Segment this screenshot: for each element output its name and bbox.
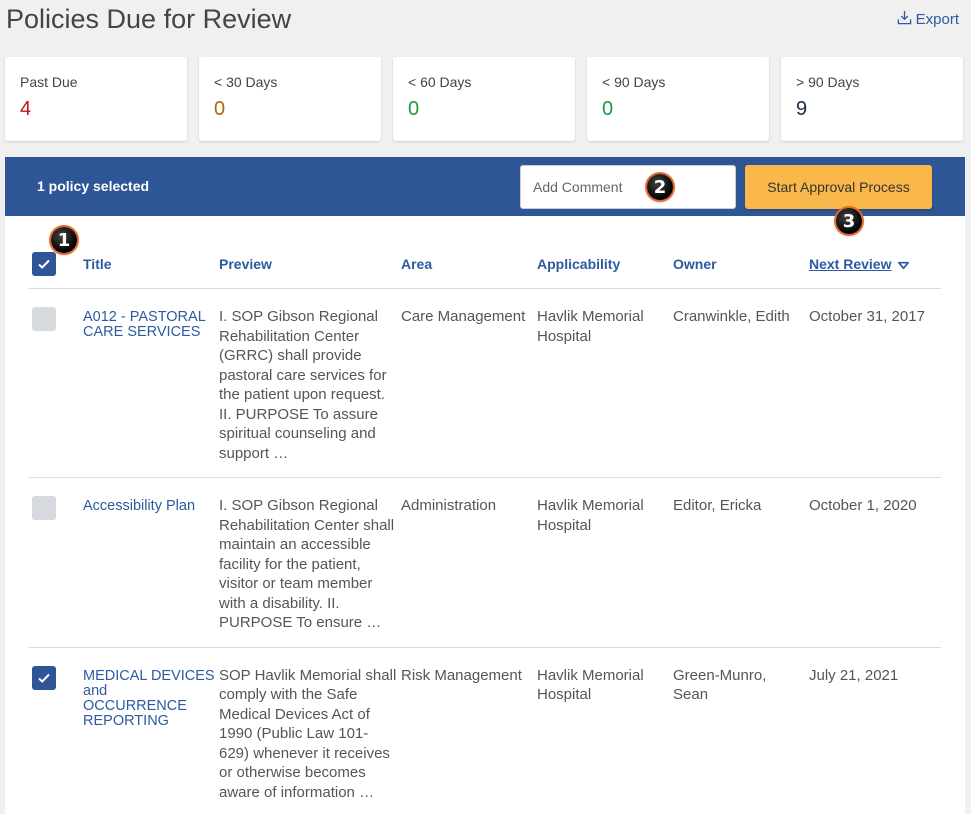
stat-value: 0 [408,98,420,120]
policy-owner: Green-Munro, Sean [673,647,809,814]
policy-area: Risk Management [401,647,537,814]
export-icon [897,10,912,29]
column-header-owner[interactable]: Owner [673,240,809,289]
stat-label: < 30 Days [214,74,278,90]
column-header-applicability[interactable]: Applicability [537,240,673,289]
column-header-next-review[interactable]: Next Review [809,240,941,289]
start-approval-button[interactable]: Start Approval Process [745,165,932,209]
callout-marker-2: 2 [647,174,673,200]
table-row[interactable]: A012 - PASTORAL CARE SERVICES I. SOP Gib… [28,288,941,478]
stat-value: 4 [20,98,32,120]
stat-label: < 90 Days [602,74,666,90]
export-label: Export [915,11,959,28]
column-header-title[interactable]: Title [83,240,219,289]
policy-area: Care Management [401,288,537,478]
export-button[interactable]: Export [897,10,959,29]
selection-toolbar: 1 policy selected Start Approval Process [5,157,965,216]
policy-next-review: October 31, 2017 [809,288,941,478]
stat-label: < 60 Days [408,74,472,90]
selection-count: 1 policy selected [37,178,150,194]
column-header-preview[interactable]: Preview [219,240,401,289]
stat-card-60-days[interactable]: < 60 Days 0 [393,57,575,141]
row-checkbox[interactable] [32,307,56,331]
policy-title-link[interactable]: A012 - PASTORAL CARE SERVICES [83,288,219,478]
add-comment-input[interactable] [520,165,736,209]
check-icon [38,259,50,269]
table-row[interactable]: Accessibility Plan I. SOP Gibson Regiona… [28,477,941,648]
column-header-next-review-label: Next Review [809,256,892,272]
policy-next-review: July 21, 2021 [809,647,941,814]
policy-preview: I. SOP Gibson Regional Rehabilitation Ce… [219,477,401,648]
policy-applicability: Havlik Memorial Hospital [537,647,673,814]
row-checkbox[interactable] [32,665,56,690]
policy-owner: Cranwinkle, Edith [673,288,809,478]
stat-label: Past Due [20,74,78,90]
policy-title-link[interactable]: MEDICAL DEVICES and OCCURRENCE REPORTING [83,647,219,814]
table-header-row: Title Preview Area Applicability Owner N… [28,240,941,289]
policy-preview: SOP Havlik Memorial shall comply with th… [219,647,401,814]
stats-bar: Past Due 4 < 30 Days 0 < 60 Days 0 < 90 … [5,57,965,141]
stat-value: 9 [796,98,808,120]
stat-card-over-90-days[interactable]: > 90 Days 9 [781,57,963,141]
stat-value: 0 [602,98,614,120]
policy-title-link[interactable]: Accessibility Plan [83,477,219,648]
check-icon [38,673,50,683]
stat-card-90-days[interactable]: < 90 Days 0 [587,57,769,141]
policies-table: Title Preview Area Applicability Owner N… [28,240,941,814]
stat-value: 0 [214,98,226,120]
table-row[interactable]: MEDICAL DEVICES and OCCURRENCE REPORTING… [28,647,941,814]
policies-panel: 1 policy selected Start Approval Process… [5,157,965,814]
page-title: Policies Due for Review [6,4,292,34]
policy-owner: Editor, Ericka [673,477,809,648]
policy-applicability: Havlik Memorial Hospital [537,477,673,648]
policy-applicability: Havlik Memorial Hospital [537,288,673,478]
stat-card-past-due[interactable]: Past Due 4 [5,57,187,141]
stat-label: > 90 Days [796,74,860,90]
callout-marker-1: 1 [51,227,77,253]
sort-descending-icon [898,261,910,269]
policy-next-review: October 1, 2020 [809,477,941,648]
stat-card-30-days[interactable]: < 30 Days 0 [199,57,381,141]
row-checkbox[interactable] [32,496,56,520]
policy-area: Administration [401,477,537,648]
callout-marker-3: 3 [836,208,862,234]
column-header-area[interactable]: Area [401,240,537,289]
policy-preview: I. SOP Gibson Regional Rehabilitation Ce… [219,288,401,478]
select-all-checkbox[interactable] [32,252,56,276]
